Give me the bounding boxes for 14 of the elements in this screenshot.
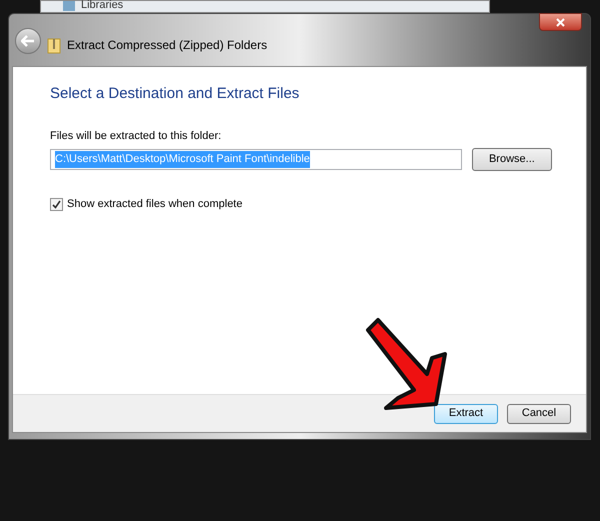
dialog-button[interactable]: Extract xyxy=(434,404,498,424)
folder-label: Files will be extracted to this folder: xyxy=(50,128,222,144)
checkbox[interactable] xyxy=(50,198,63,211)
zip-folder-icon xyxy=(47,38,61,54)
back-button[interactable] xyxy=(15,28,41,54)
library-item: Libraries xyxy=(81,0,124,11)
browse-button[interactable]: Browse... xyxy=(472,148,552,171)
back-arrow-icon xyxy=(21,35,35,47)
close-icon xyxy=(556,18,565,26)
window-title: Extract Compressed (Zipped) Folders xyxy=(67,37,268,54)
close-button[interactable] xyxy=(539,13,582,31)
checkbox-label: Show extracted files when complete xyxy=(67,197,242,212)
dialog-button[interactable]: Cancel xyxy=(507,404,571,424)
dialog-heading: Select a Destination and Extract Files xyxy=(50,84,300,104)
